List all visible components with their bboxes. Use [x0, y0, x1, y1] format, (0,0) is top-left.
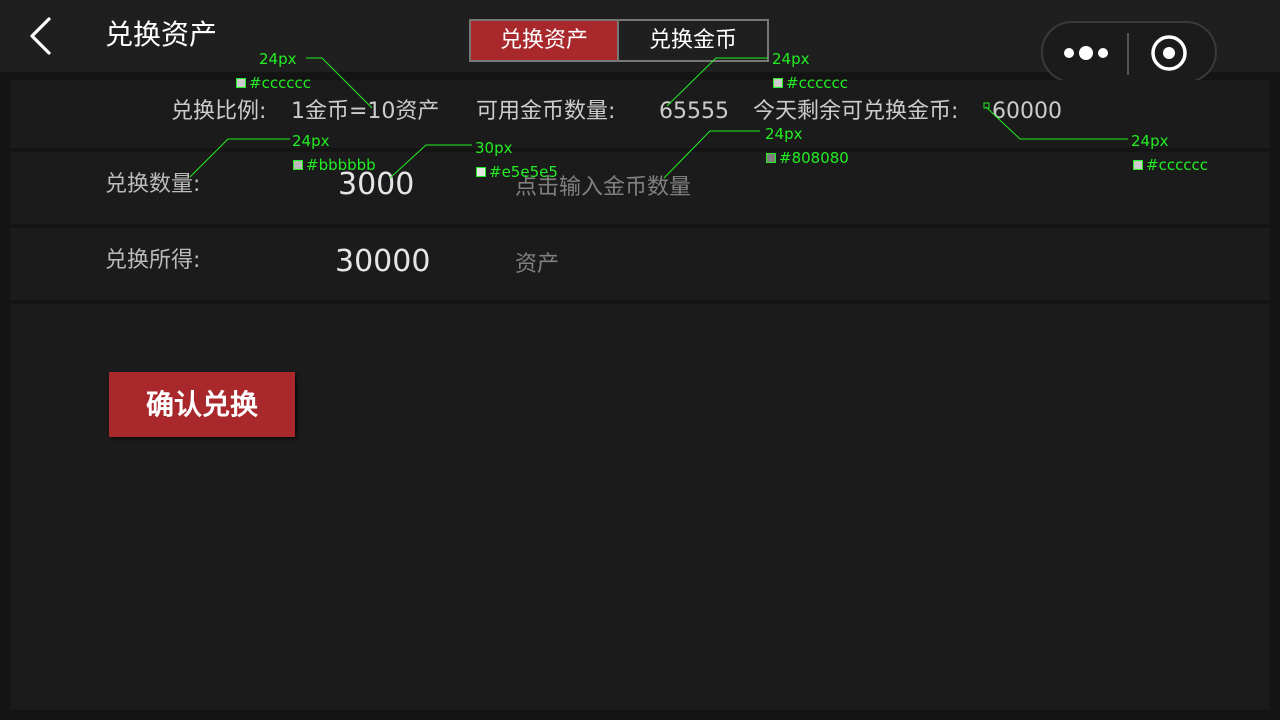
available-coins-label: 可用金币数量:: [476, 99, 616, 124]
annotation-size-amount-label: 24px: [292, 132, 330, 150]
annotation-color-remaining: #cccccc: [1133, 156, 1208, 174]
confirm-exchange-button[interactable]: 确认兑换: [109, 372, 295, 437]
target-icon[interactable]: [1149, 33, 1189, 73]
available-coins-value: 65555: [659, 99, 729, 124]
capsule-divider: [1127, 33, 1129, 75]
back-arrow-icon[interactable]: [28, 16, 54, 56]
result-label: 兑换所得:: [105, 248, 201, 273]
tab-exchange-coins[interactable]: 兑换金币: [619, 19, 769, 62]
annotation-size-amount-value: 30px: [475, 139, 513, 157]
tab-exchange-assets[interactable]: 兑换资产: [469, 19, 619, 62]
annotation-size-ratio: 24px: [259, 50, 297, 68]
remaining-coins-label: 今天剩余可兑换金币:: [753, 99, 959, 124]
ratio-value: 1金币=10资产: [291, 99, 440, 124]
ratio-label: 兑换比例:: [171, 99, 267, 124]
action-panel: [10, 304, 1270, 710]
annotation-color-amount-value: #e5e5e5: [476, 163, 558, 181]
annotation-color-placeholder: #808080: [766, 149, 849, 167]
remaining-coins-value: 60000: [992, 99, 1062, 124]
page-title: 兑换资产: [105, 18, 218, 51]
amount-label: 兑换数量:: [105, 172, 201, 197]
annotation-size-available: 24px: [772, 50, 810, 68]
annotation-color-ratio: #cccccc: [236, 74, 311, 92]
result-unit: 资产: [515, 252, 560, 277]
annotation-color-available: #cccccc: [773, 74, 848, 92]
annotation-color-amount-label: #bbbbbb: [293, 156, 376, 174]
result-value: 30000: [335, 244, 431, 279]
more-dots-icon[interactable]: [1063, 43, 1109, 63]
annotation-size-placeholder: 24px: [765, 125, 803, 143]
menu-capsule: [1041, 21, 1217, 83]
tab-group: 兑换资产 兑换金币: [469, 19, 769, 62]
annotation-size-remaining: 24px: [1131, 132, 1169, 150]
